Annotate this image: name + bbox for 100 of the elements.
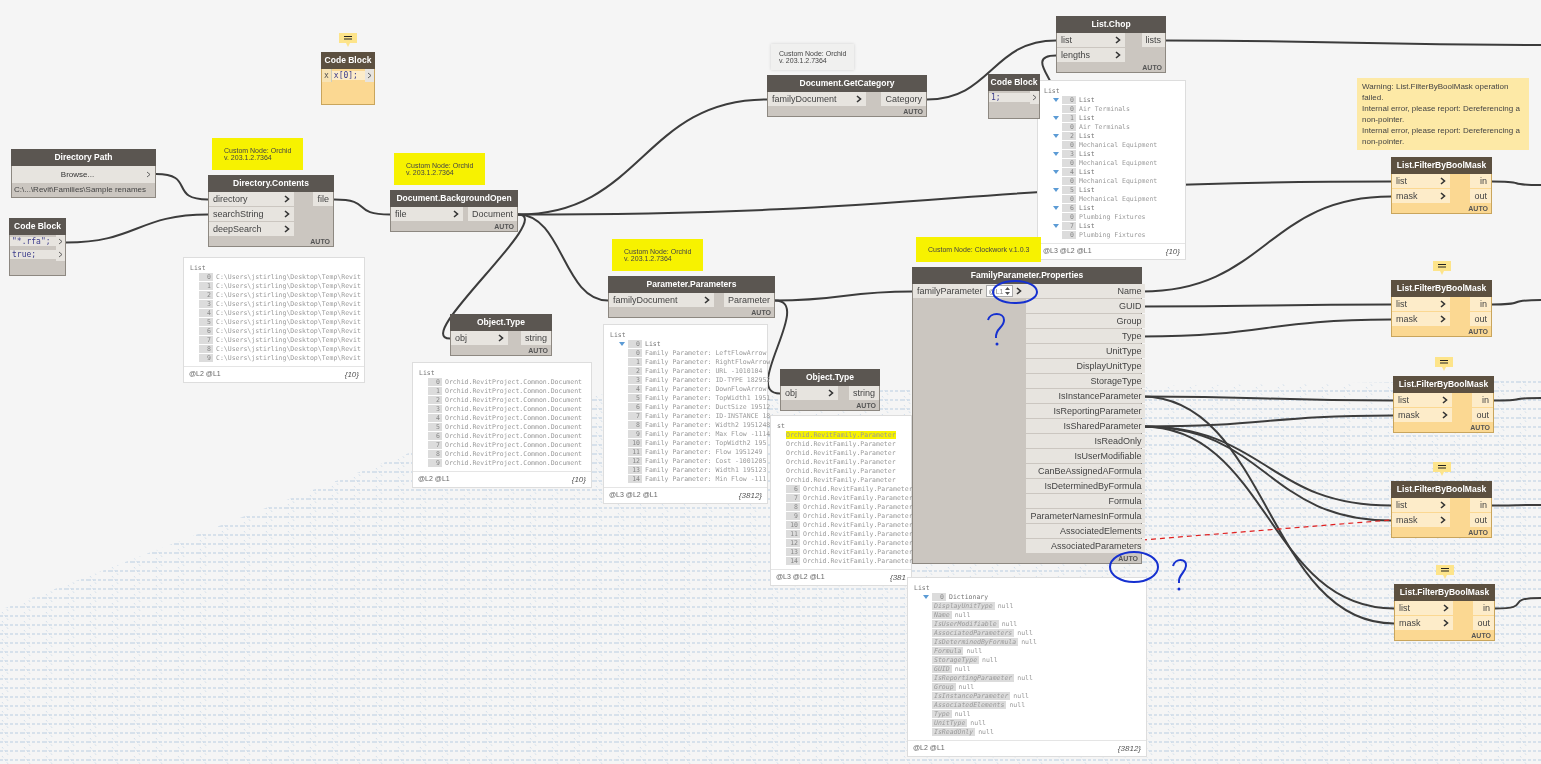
input-port[interactable]: mask [1392, 312, 1450, 326]
output-port[interactable]: Type [1026, 329, 1146, 343]
input-port[interactable]: searchString [209, 207, 294, 221]
expand-icon[interactable] [619, 340, 625, 347]
connector-wire [1491, 180, 1541, 186]
note-icon[interactable] [1432, 462, 1451, 477]
output-port[interactable]: out [1472, 408, 1493, 422]
output-port[interactable]: IsSharedParameter [1026, 419, 1146, 433]
expand-icon[interactable] [1053, 204, 1059, 211]
expand-icon[interactable] [1053, 132, 1059, 139]
output-port[interactable]: in [1472, 393, 1493, 407]
input-port[interactable]: directory [209, 192, 294, 206]
output-port[interactable]: Group [1026, 314, 1146, 328]
output-port[interactable]: UnitType [1026, 344, 1146, 358]
browse-button[interactable]: Browse... [12, 166, 143, 183]
node-header[interactable]: List.FilterByBoolMask [1393, 376, 1494, 393]
output-port[interactable]: Name [1026, 284, 1146, 298]
port-label: list [1396, 299, 1408, 309]
output-port[interactable]: out [1473, 616, 1494, 630]
input-port[interactable]: mask [1392, 189, 1450, 203]
node-header[interactable]: Document.GetCategory [767, 75, 927, 92]
note-icon[interactable] [1435, 565, 1454, 580]
output-port[interactable]: lists [1141, 33, 1165, 47]
input-port[interactable]: mask [1392, 513, 1450, 527]
output-port[interactable]: Category [881, 92, 926, 106]
output-port[interactable]: IsUserModifiable [1026, 449, 1146, 463]
node-header[interactable]: List.FilterByBoolMask [1391, 481, 1492, 498]
output-port[interactable]: Document [467, 207, 517, 221]
expand-icon[interactable] [1053, 150, 1059, 157]
output-port[interactable]: IsInstanceParameter [1026, 389, 1146, 403]
output-port[interactable]: file [313, 192, 333, 206]
input-port[interactable]: list [1392, 498, 1450, 512]
expand-icon[interactable] [1053, 186, 1059, 193]
output-port[interactable]: DisplayUnitType [1026, 359, 1146, 373]
node-header[interactable]: Object.Type [450, 314, 552, 331]
input-port[interactable]: obj [451, 331, 508, 345]
node-header[interactable]: Directory.Contents [208, 175, 334, 192]
note-icon[interactable] [1434, 357, 1453, 372]
output-port[interactable]: IsReportingParameter [1026, 404, 1146, 418]
output-port[interactable]: AssociatedParameters [1026, 539, 1146, 553]
output-port-icon[interactable] [143, 166, 155, 183]
output-port[interactable]: GUID [1026, 299, 1146, 313]
output-port[interactable]: ParameterNamesInFormula [1026, 509, 1146, 523]
output-port[interactable]: in [1470, 498, 1491, 512]
input-port[interactable]: list [1392, 174, 1450, 188]
node-header[interactable]: Object.Type [780, 369, 880, 386]
note-icon[interactable] [339, 33, 357, 48]
port-label: searchString [213, 209, 265, 219]
output-port[interactable]: out [1470, 189, 1491, 203]
input-port[interactable]: familyDocument [609, 293, 714, 307]
input-port[interactable]: lengths [1057, 48, 1125, 62]
output-port-icon[interactable] [365, 69, 374, 82]
node-header[interactable]: List.FilterByBoolMask [1391, 280, 1492, 297]
note-icon[interactable] [1432, 261, 1451, 276]
output-port[interactable]: in [1470, 297, 1491, 311]
output-port[interactable]: CanBeAssignedAFormula [1026, 464, 1146, 478]
output-port[interactable]: AssociatedElements [1026, 524, 1146, 538]
node-header[interactable]: Parameter.Parameters [608, 276, 775, 293]
expand-icon[interactable] [923, 593, 929, 600]
expand-icon[interactable] [1053, 168, 1059, 175]
input-port[interactable]: mask [1394, 408, 1452, 422]
count-label: {10} [344, 370, 359, 379]
output-port[interactable]: Formula [1026, 494, 1146, 508]
node-header[interactable]: Directory Path [11, 149, 156, 166]
input-port[interactable]: x [322, 69, 332, 82]
output-port[interactable]: string [521, 331, 551, 345]
output-port[interactable]: string [849, 386, 879, 400]
output-port-icon[interactable] [56, 235, 65, 248]
input-port[interactable]: file [391, 207, 463, 221]
node-header[interactable]: List.FilterByBoolMask [1394, 584, 1495, 601]
input-port[interactable]: mask [1395, 616, 1453, 630]
node-header[interactable]: Code Block [9, 218, 66, 235]
input-port[interactable]: list [1057, 33, 1125, 47]
output-port[interactable]: IsDeterminedByFormula [1026, 479, 1146, 493]
output-port-icon[interactable] [56, 248, 65, 261]
output-port-icon[interactable] [1030, 91, 1039, 104]
node-header[interactable]: List.FilterByBoolMask [1391, 157, 1492, 174]
expand-icon[interactable] [1053, 96, 1059, 103]
input-port[interactable]: deepSearch [209, 222, 294, 236]
output-port[interactable]: StorageType [1026, 374, 1146, 388]
output-port[interactable]: IsReadOnly [1026, 434, 1146, 448]
node-header[interactable]: FamilyParameter.Properties [912, 267, 1142, 284]
output-port[interactable]: in [1473, 601, 1494, 615]
input-port[interactable]: list [1395, 601, 1453, 615]
chevron-icon [498, 334, 504, 342]
input-port[interactable]: obj [781, 386, 838, 400]
input-port[interactable]: list [1394, 393, 1452, 407]
input-port[interactable]: familyDocument [768, 92, 866, 106]
output-port[interactable]: Parameter [723, 293, 774, 307]
node-header[interactable]: List.Chop [1056, 16, 1166, 33]
input-port[interactable]: list [1392, 297, 1450, 311]
output-port[interactable]: out [1470, 312, 1491, 326]
expand-icon[interactable] [1053, 222, 1059, 229]
expand-icon[interactable] [1053, 114, 1059, 121]
node-header[interactable]: Document.BackgroundOpen [390, 190, 518, 207]
node-header[interactable]: Code Block [988, 74, 1040, 91]
output-port[interactable]: in [1470, 174, 1491, 188]
port-label: obj [455, 333, 468, 343]
node-header[interactable]: Code Block [321, 52, 375, 69]
output-port[interactable]: out [1470, 513, 1491, 527]
